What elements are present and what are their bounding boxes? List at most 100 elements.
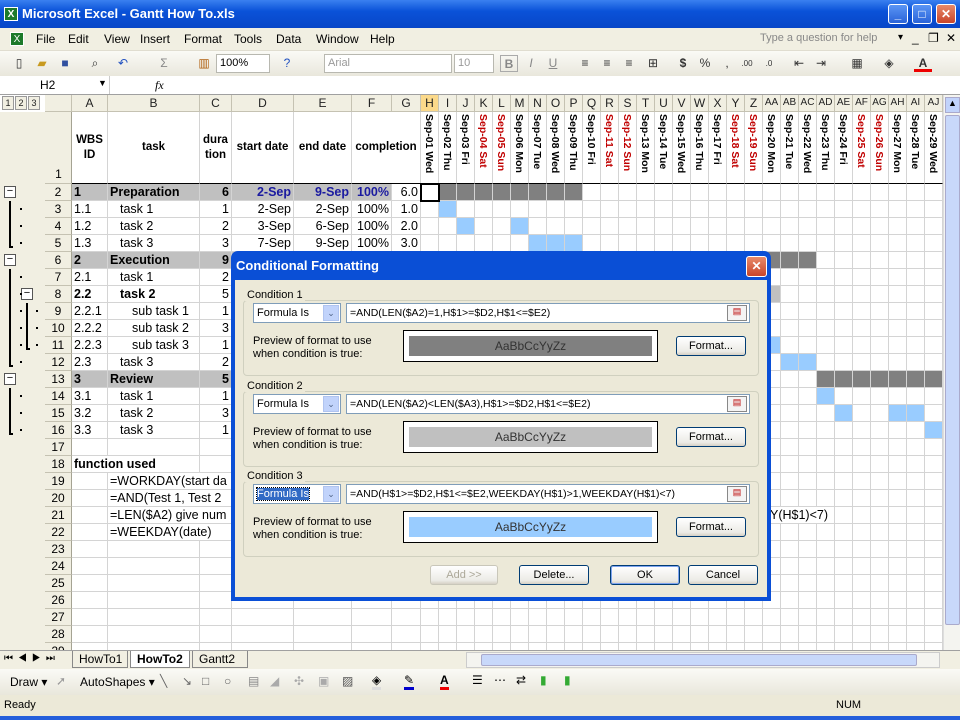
gantt-cell[interactable] <box>781 643 799 650</box>
cell-g4[interactable]: 2.0 <box>392 218 421 235</box>
chevron-down-icon[interactable]: ⌄ <box>323 305 339 321</box>
gantt-cell[interactable] <box>781 286 799 303</box>
row-header-19[interactable]: 19 <box>45 473 72 490</box>
gantt-cell[interactable] <box>817 558 835 575</box>
gantt-cell[interactable] <box>889 286 907 303</box>
gantt-cell[interactable] <box>763 609 781 626</box>
gantt-cell[interactable] <box>817 269 835 286</box>
column-header-V[interactable]: V <box>673 95 691 112</box>
gantt-cell[interactable] <box>619 235 637 252</box>
gantt-cell[interactable] <box>925 592 943 609</box>
row-header-14[interactable]: 14 <box>45 388 72 405</box>
gantt-cell[interactable] <box>925 184 943 201</box>
gantt-cell[interactable] <box>871 541 889 558</box>
column-header-AF[interactable]: AF <box>853 95 871 112</box>
gantt-cell[interactable] <box>907 626 925 643</box>
menu-help[interactable]: Help <box>370 32 395 46</box>
gantt-cell[interactable] <box>871 507 889 524</box>
gantt-cell[interactable] <box>709 235 727 252</box>
gantt-cell[interactable] <box>799 286 817 303</box>
gantt-cell[interactable] <box>817 235 835 252</box>
gantt-cell[interactable] <box>817 541 835 558</box>
gantt-bar-cell[interactable] <box>835 405 853 422</box>
date-header[interactable]: Sep-24 Fri <box>835 112 853 184</box>
gantt-cell[interactable] <box>889 558 907 575</box>
gantt-cell[interactable] <box>493 235 511 252</box>
gantt-cell[interactable] <box>889 354 907 371</box>
date-header[interactable]: Sep-10 Fri <box>583 112 601 184</box>
date-header[interactable]: Sep-12 Sun <box>619 112 637 184</box>
gantt-cell[interactable] <box>727 643 745 650</box>
gantt-cell[interactable] <box>763 643 781 650</box>
gantt-cell[interactable] <box>421 218 439 235</box>
gantt-cell[interactable] <box>817 320 835 337</box>
autosum-icon[interactable]: Σ <box>155 55 173 72</box>
cell-c8[interactable]: 5 <box>200 286 232 303</box>
row-header-16[interactable]: 16 <box>45 422 72 439</box>
outline-level-1[interactable]: 1 <box>2 96 14 110</box>
gantt-cell[interactable] <box>799 473 817 490</box>
cell-a8[interactable]: 2.2 <box>72 286 108 303</box>
cell-a23[interactable] <box>72 541 108 558</box>
gantt-cell[interactable] <box>853 592 871 609</box>
column-header-R[interactable]: R <box>601 95 619 112</box>
gantt-cell[interactable] <box>925 201 943 218</box>
gantt-cell[interactable] <box>511 609 529 626</box>
gantt-cell[interactable] <box>817 626 835 643</box>
gantt-cell[interactable] <box>619 201 637 218</box>
column-header-J[interactable]: J <box>457 95 475 112</box>
align-right-icon[interactable]: ≡ <box>620 55 638 72</box>
cell-d27[interactable] <box>232 609 294 626</box>
gantt-cell[interactable] <box>835 201 853 218</box>
new-icon[interactable]: ▯ <box>10 55 28 72</box>
column-header-D[interactable]: D <box>232 95 294 112</box>
gantt-cell[interactable] <box>601 609 619 626</box>
comma-icon[interactable]: , <box>718 55 736 72</box>
gantt-cell[interactable] <box>475 235 493 252</box>
gantt-cell[interactable] <box>817 592 835 609</box>
gantt-cell[interactable] <box>655 201 673 218</box>
gantt-cell[interactable] <box>673 218 691 235</box>
cell-e4[interactable]: 6-Sep <box>294 218 352 235</box>
save-icon[interactable]: ■ <box>56 55 74 72</box>
row-header-12[interactable]: 12 <box>45 354 72 371</box>
gantt-cell[interactable] <box>853 609 871 626</box>
cell-b19[interactable]: =WORKDAY(start da <box>108 473 227 490</box>
gantt-cell[interactable] <box>853 388 871 405</box>
cell-c18[interactable] <box>200 456 232 473</box>
gantt-cell[interactable] <box>709 218 727 235</box>
print-preview-icon[interactable]: ⌕ <box>86 55 104 72</box>
gantt-cell[interactable] <box>853 541 871 558</box>
date-header[interactable]: Sep-16 Thu <box>691 112 709 184</box>
column-header-AC[interactable]: AC <box>799 95 817 112</box>
gantt-cell[interactable] <box>619 643 637 650</box>
gantt-cell[interactable] <box>853 201 871 218</box>
date-header[interactable]: Sep-26 Sun <box>871 112 889 184</box>
row-header-22[interactable]: 22 <box>45 524 72 541</box>
gantt-cell[interactable] <box>925 609 943 626</box>
gantt-cell[interactable] <box>547 643 565 650</box>
gantt-cell[interactable] <box>889 184 907 201</box>
gantt-cell[interactable] <box>907 388 925 405</box>
align-center-icon[interactable]: ≡ <box>598 55 616 72</box>
gantt-cell[interactable] <box>745 218 763 235</box>
gantt-bar-cell[interactable] <box>925 371 943 388</box>
cell-g29[interactable] <box>392 643 421 650</box>
doc-close-button[interactable]: ✕ <box>946 31 956 45</box>
gantt-cell[interactable] <box>817 184 835 201</box>
cell-b27[interactable] <box>108 609 200 626</box>
column-header-W[interactable]: W <box>691 95 709 112</box>
gantt-cell[interactable] <box>925 405 943 422</box>
align-left-icon[interactable]: ≡ <box>576 55 594 72</box>
column-header-Q[interactable]: Q <box>583 95 601 112</box>
gantt-cell[interactable] <box>907 337 925 354</box>
collapse-dialog-icon[interactable]: ▤ <box>727 396 747 412</box>
gantt-cell[interactable] <box>799 524 817 541</box>
cell-g27[interactable] <box>392 609 421 626</box>
gantt-cell[interactable] <box>817 456 835 473</box>
gantt-cell[interactable] <box>853 558 871 575</box>
gantt-cell[interactable] <box>529 626 547 643</box>
gantt-cell[interactable] <box>817 201 835 218</box>
line-icon[interactable]: ╲ <box>160 674 167 688</box>
cell-a17[interactable] <box>72 439 108 456</box>
